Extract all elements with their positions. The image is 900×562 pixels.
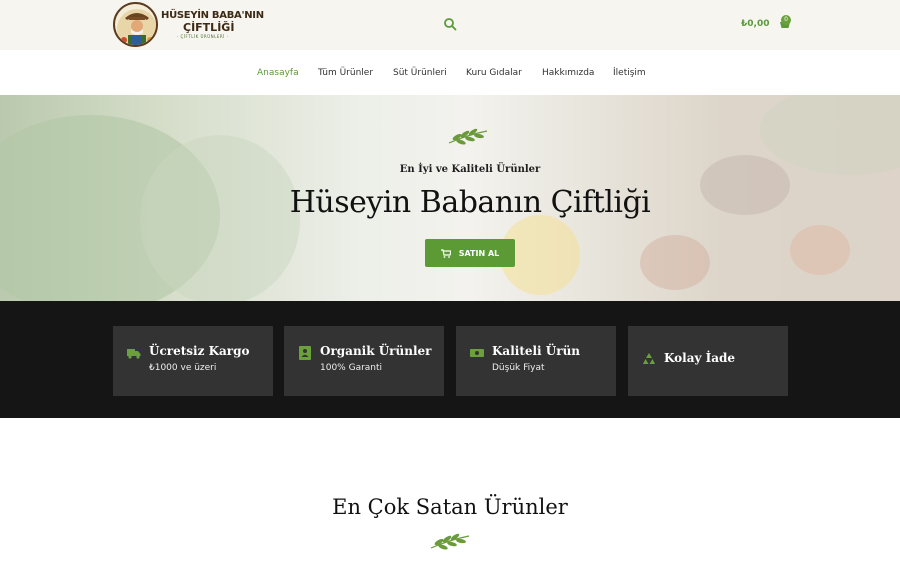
olive-branch-icon bbox=[430, 533, 470, 550]
feature-card-organic: Organik Ürünler 100% Garanti bbox=[284, 326, 444, 396]
olive-branch-icon bbox=[448, 128, 488, 145]
features-band: Ücretsiz Kargo ₺1000 ve üzeri Organik Ür… bbox=[0, 301, 900, 418]
nav-item-iletisim[interactable]: İletişim bbox=[613, 68, 646, 78]
main-navigation: Anasayfa Tüm Ürünler Süt Ürünleri Kuru G… bbox=[0, 50, 900, 95]
nav-item-hakkimizda[interactable]: Hakkımızda bbox=[542, 68, 594, 78]
site-logo[interactable]: HÜSEYİN BABA'NIN ÇİFTLİĞİ · ÇİFTLİK ÜRÜN… bbox=[113, 2, 264, 47]
cart-total: ₺0,00 bbox=[741, 19, 770, 29]
nav-item-kuru-gidalar[interactable]: Kuru Gıdalar bbox=[466, 68, 522, 78]
logo-tagline: · ÇİFTLİK ÜRÜNLERİ · bbox=[177, 33, 229, 39]
feature-card-quality: Kaliteli Ürün Düşük Fiyat bbox=[456, 326, 616, 396]
top-header: HÜSEYİN BABA'NIN ÇİFTLİĞİ · ÇİFTLİK ÜRÜN… bbox=[0, 0, 900, 50]
logo-title-line2: ÇİFTLİĞİ bbox=[183, 20, 235, 34]
recycle-icon bbox=[643, 353, 655, 364]
search-icon[interactable] bbox=[443, 17, 457, 31]
feature-title: Ücretsiz Kargo bbox=[149, 344, 250, 358]
feature-card-free-shipping: Ücretsiz Kargo ₺1000 ve üzeri bbox=[113, 326, 273, 396]
cart-icon bbox=[440, 248, 451, 258]
feature-card-easy-return: Kolay İade bbox=[628, 326, 788, 396]
buy-now-button[interactable]: SATIN AL bbox=[425, 239, 515, 267]
contact-book-icon bbox=[299, 346, 311, 360]
nav-item-tum-urunler[interactable]: Tüm Ürünler bbox=[318, 68, 373, 78]
hero-title: Hüseyin Babanın Çiftliği bbox=[289, 185, 651, 220]
money-icon bbox=[470, 349, 484, 357]
feature-subtitle: Düşük Fiyat bbox=[492, 363, 545, 373]
truck-icon bbox=[127, 349, 141, 359]
hero-subtitle: En İyi ve Kaliteli Ürünler bbox=[399, 164, 541, 175]
nav-item-anasayfa[interactable]: Anasayfa bbox=[257, 68, 299, 78]
feature-subtitle: ₺1000 ve üzeri bbox=[149, 363, 217, 373]
best-sellers-title: En Çok Satan Ürünler bbox=[332, 495, 568, 519]
logo-badge-icon bbox=[113, 2, 158, 47]
feature-subtitle: 100% Garanti bbox=[320, 363, 383, 373]
nav-item-sut-urunleri[interactable]: Süt Ürünleri bbox=[393, 68, 447, 78]
cart-count-badge: 0 bbox=[781, 15, 791, 25]
logo-title-line1: HÜSEYİN BABA'NIN bbox=[161, 9, 264, 21]
feature-title: Kaliteli Ürün bbox=[492, 344, 581, 358]
feature-title: Organik Ürünler bbox=[320, 344, 432, 358]
buy-now-label: SATIN AL bbox=[458, 248, 500, 258]
feature-title: Kolay İade bbox=[664, 351, 736, 365]
